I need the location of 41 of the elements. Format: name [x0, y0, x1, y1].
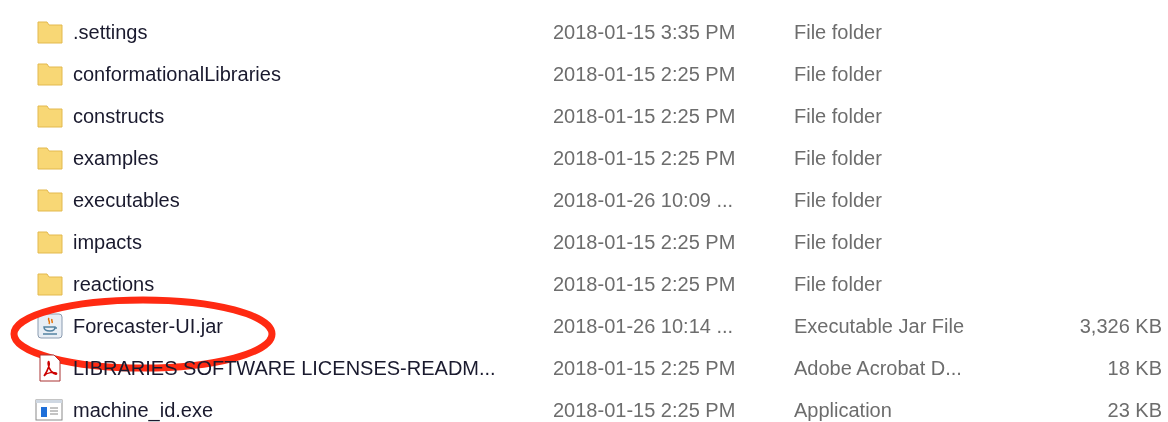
file-size: 23 KB	[1107, 398, 1162, 422]
file-type: File folder	[794, 62, 883, 87]
date-modified: 2018-01-15 2:25 PM	[553, 356, 737, 381]
file-type: File folder	[794, 188, 883, 213]
date-modified: 2018-01-15 2:25 PM	[553, 272, 737, 297]
file-type: Adobe Acrobat D...	[794, 356, 963, 381]
file-name[interactable]: machine_id.exe	[73, 395, 553, 422]
date-modified: 2018-01-15 2:25 PM	[553, 146, 737, 171]
file-name[interactable]: conformationalLibraries	[73, 59, 553, 89]
file-name[interactable]: reactions	[73, 269, 553, 299]
pdf-icon	[37, 354, 63, 382]
date-modified: 2018-01-15 3:35 PM	[553, 20, 737, 45]
date-modified: 2018-01-15 2:25 PM	[553, 398, 737, 422]
date-modified: 2018-01-26 10:09 ...	[553, 188, 735, 213]
date-modified: 2018-01-15 2:25 PM	[553, 104, 737, 129]
file-size: 18 KB	[1107, 356, 1162, 381]
folder-icon	[37, 20, 63, 44]
file-type: File folder	[794, 104, 883, 129]
file-name[interactable]: .settings	[73, 17, 553, 47]
file-size: 3,326 KB	[1079, 314, 1162, 339]
file-type: File folder	[794, 272, 883, 297]
file-name[interactable]: executables	[73, 185, 553, 215]
file-name[interactable]: impacts	[73, 227, 553, 257]
folder-icon	[37, 230, 63, 254]
file-type: Application	[794, 398, 893, 422]
date-modified: 2018-01-15 2:25 PM	[553, 62, 737, 87]
folder-icon	[37, 62, 63, 86]
file-name[interactable]: Forecaster-UI.jar	[73, 311, 553, 341]
java-cup-icon	[37, 313, 63, 339]
folder-icon	[37, 188, 63, 212]
folder-icon	[37, 104, 63, 128]
file-name[interactable]: examples	[73, 143, 553, 173]
date-modified: 2018-01-26 10:14 ...	[553, 314, 735, 339]
date-modified: 2018-01-15 2:25 PM	[553, 230, 737, 255]
file-type: File folder	[794, 230, 883, 255]
folder-icon	[37, 146, 63, 170]
file-name[interactable]: constructs	[73, 101, 553, 131]
file-type: File folder	[794, 20, 883, 45]
file-type: File folder	[794, 146, 883, 171]
file-type: Executable Jar File	[794, 314, 966, 339]
folder-icon	[37, 272, 63, 296]
